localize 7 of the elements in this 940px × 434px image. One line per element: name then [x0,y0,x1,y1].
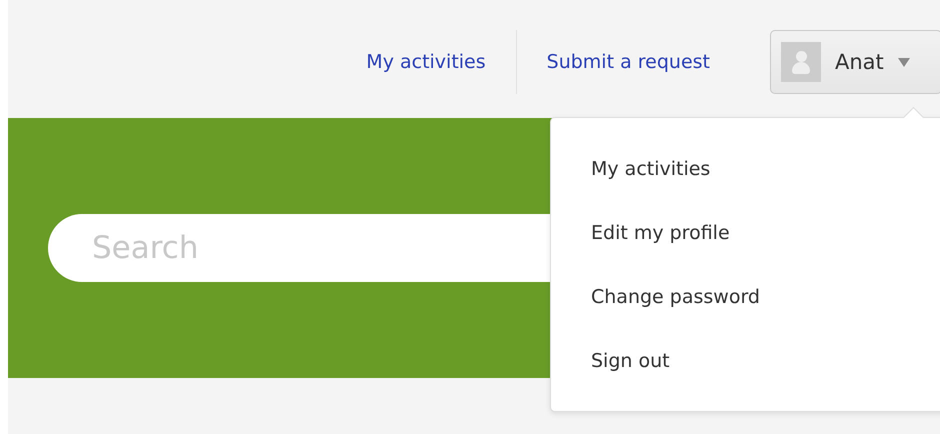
avatar-icon [781,42,821,82]
nav-link[interactable]: Submit a request [516,51,740,73]
caret-icon [898,58,910,66]
menu-item[interactable]: Sign out [551,328,940,392]
nav-link[interactable]: My activities [336,51,516,73]
menu-item[interactable]: My activities [551,136,940,200]
user-menu-button[interactable]: Anat [770,30,940,94]
